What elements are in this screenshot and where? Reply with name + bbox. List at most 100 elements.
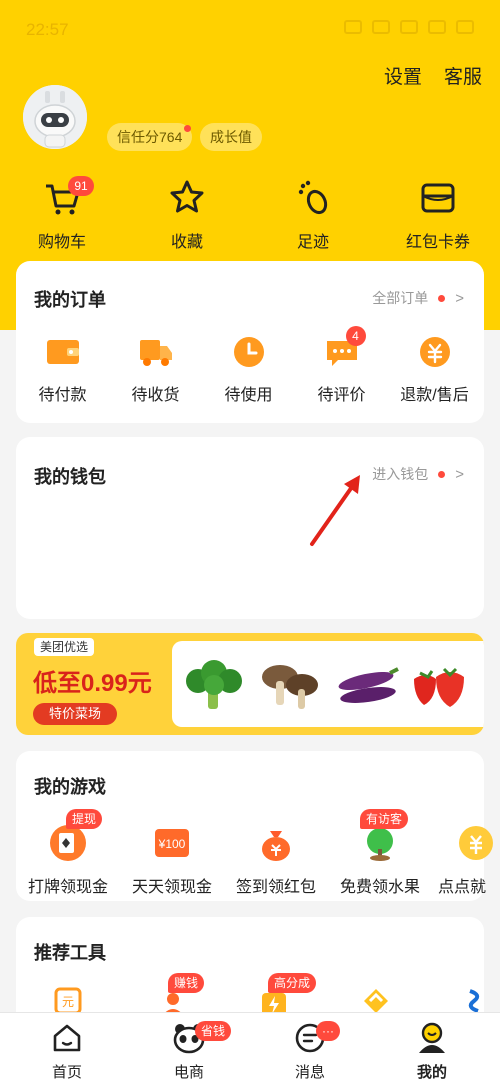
- games-card: 我的游戏 提现 打牌领现金 ¥100 天天领现金 签到领红包 有访客 免费领水果…: [16, 751, 493, 901]
- coupons-label: 红包卡券: [405, 234, 470, 251]
- alarm-icon: [344, 20, 362, 34]
- withdraw-tag: 提现: [66, 809, 103, 829]
- games-title: 我的游戏: [34, 777, 106, 797]
- review-count-badge: 4: [345, 326, 366, 346]
- all-orders-link[interactable]: 全部订单 >: [372, 288, 464, 308]
- telecom-tool-icon[interactable]: [464, 987, 484, 1015]
- orders-red-dot: [438, 294, 446, 302]
- refund-icon: [419, 337, 450, 367]
- yuan-tool-icon[interactable]: 元: [54, 987, 82, 1015]
- credit-red-dot: [184, 125, 192, 132]
- tab-mine-label: 我的: [416, 1064, 447, 1081]
- customer-service-link[interactable]: 客服: [444, 62, 482, 89]
- pending-delivery-label: 待收货: [131, 387, 180, 404]
- cards-cash-game[interactable]: 提现 打牌领现金: [16, 809, 120, 897]
- tap-game-label: 点点就: [438, 879, 487, 896]
- banner-product-strip: [172, 641, 484, 727]
- orders-title: 我的订单: [34, 290, 106, 310]
- chevron-right-icon: >: [455, 289, 464, 307]
- pending-use-label: 待使用: [224, 387, 273, 404]
- footprint-label: 足迹: [296, 234, 329, 251]
- message-more-badge: ···: [316, 1021, 340, 1041]
- visitor-tag: 有访客: [360, 809, 409, 829]
- growth-value-label: 成长值: [210, 129, 252, 145]
- high-commission-tag: 高分成: [268, 973, 317, 993]
- pending-review-button[interactable]: 4 待评价: [295, 326, 388, 405]
- save-money-badge: 省钱: [195, 1021, 232, 1041]
- cart-label: 购物车: [37, 234, 86, 251]
- header-links: 设置 客服: [384, 62, 482, 89]
- truck-icon: [139, 340, 172, 366]
- special-market-button[interactable]: 特价菜场: [33, 703, 118, 725]
- chevron-right-icon: >: [455, 465, 464, 483]
- cart-button[interactable]: 购物车: [7, 178, 117, 252]
- wallet-card: 我的钱包 进入钱包 >: [16, 437, 484, 619]
- tab-messages-label: 消息: [294, 1064, 325, 1081]
- cart-count-badge: 91: [68, 176, 94, 196]
- nfc-icon: [372, 20, 390, 34]
- coin-icon: [459, 826, 493, 860]
- cash-icon: ¥100: [155, 829, 189, 857]
- wallet-icon: [46, 340, 79, 364]
- mushroom-image: [262, 665, 318, 709]
- pending-payment-button[interactable]: 待付款: [16, 336, 109, 405]
- growth-value-pill[interactable]: 成长值: [200, 123, 262, 151]
- enter-wallet-label: 进入钱包: [372, 466, 429, 482]
- wifi-icon: [400, 20, 418, 34]
- home-icon: [53, 1024, 81, 1052]
- daily-cash-label: 天天领现金: [131, 879, 212, 896]
- wallet-title: 我的钱包: [34, 467, 106, 487]
- wallet-red-dot: [438, 470, 446, 478]
- enter-wallet-link[interactable]: 进入钱包 >: [372, 464, 464, 484]
- credit-score-pill[interactable]: 信任分764: [107, 123, 193, 151]
- tab-mine[interactable]: 我的: [382, 1021, 482, 1082]
- cards-cash-label: 打牌领现金: [27, 879, 108, 896]
- red-arrow-annotation: [310, 475, 360, 546]
- strawberry-image: [414, 667, 464, 707]
- footprint-icon: [298, 180, 328, 215]
- avatar[interactable]: [23, 85, 87, 149]
- free-fruit-game[interactable]: 有访客 免费领水果: [328, 809, 432, 897]
- bottom-tab-bar: 首页 电商 省钱 消息 ··· 我的: [0, 1012, 500, 1084]
- tap-game-partial[interactable]: 点点就: [434, 823, 494, 897]
- refund-button[interactable]: 退款/售后: [388, 336, 481, 405]
- favorites-button[interactable]: 收藏: [132, 178, 242, 252]
- tab-home-label: 首页: [51, 1064, 82, 1081]
- footprint-button[interactable]: 足迹: [258, 178, 368, 252]
- pending-review-label: 待评价: [317, 387, 366, 404]
- refund-label: 退款/售后: [400, 387, 469, 404]
- favorites-label: 收藏: [170, 234, 203, 251]
- status-icons: [344, 20, 474, 34]
- orders-card: 我的订单 全部订单 > 待付款 待收货 待使用 4 待评价 退款/售后: [16, 261, 484, 423]
- coupons-button[interactable]: 红包卡券: [383, 178, 493, 252]
- svg-text:¥100: ¥100: [158, 837, 186, 851]
- pending-use-button[interactable]: 待使用: [202, 336, 295, 405]
- wallet-card-icon: [421, 183, 455, 213]
- battery-icon: [456, 20, 474, 34]
- clock-icon: [233, 337, 264, 367]
- all-orders-label: 全部订单: [372, 290, 429, 306]
- status-time: 22:57: [26, 20, 69, 39]
- banner-headline: 低至0.99元: [33, 670, 152, 697]
- earn-money-tag: 赚钱: [168, 973, 205, 993]
- promo-banner[interactable]: 美团优选 低至0.99元 特价菜场: [16, 633, 484, 735]
- plant-icon: [367, 828, 393, 861]
- svg-text:元: 元: [62, 995, 74, 1009]
- daily-cash-game[interactable]: ¥100 天天领现金: [120, 823, 224, 897]
- sim-icon: [428, 20, 446, 34]
- star-icon: [170, 180, 204, 213]
- cards-icon: [50, 825, 86, 861]
- credit-score-label: 信任分764: [117, 129, 183, 145]
- meituan-youxuan-logo: 美团优选: [34, 638, 95, 656]
- tab-messages[interactable]: 消息: [260, 1021, 360, 1082]
- settings-link[interactable]: 设置: [384, 62, 422, 89]
- tools-title: 推荐工具: [34, 943, 106, 963]
- signin-redpacket-label: 签到领红包: [235, 879, 316, 896]
- pending-delivery-button[interactable]: 待收货: [109, 336, 202, 405]
- signin-redpacket-game[interactable]: 签到领红包: [224, 823, 328, 897]
- tab-home[interactable]: 首页: [17, 1021, 117, 1082]
- ticket-tool-icon[interactable]: [360, 987, 392, 1015]
- tab-ecommerce-label: 电商: [173, 1064, 204, 1081]
- eggplant-image: [338, 667, 399, 703]
- robot-avatar-icon: [23, 85, 87, 149]
